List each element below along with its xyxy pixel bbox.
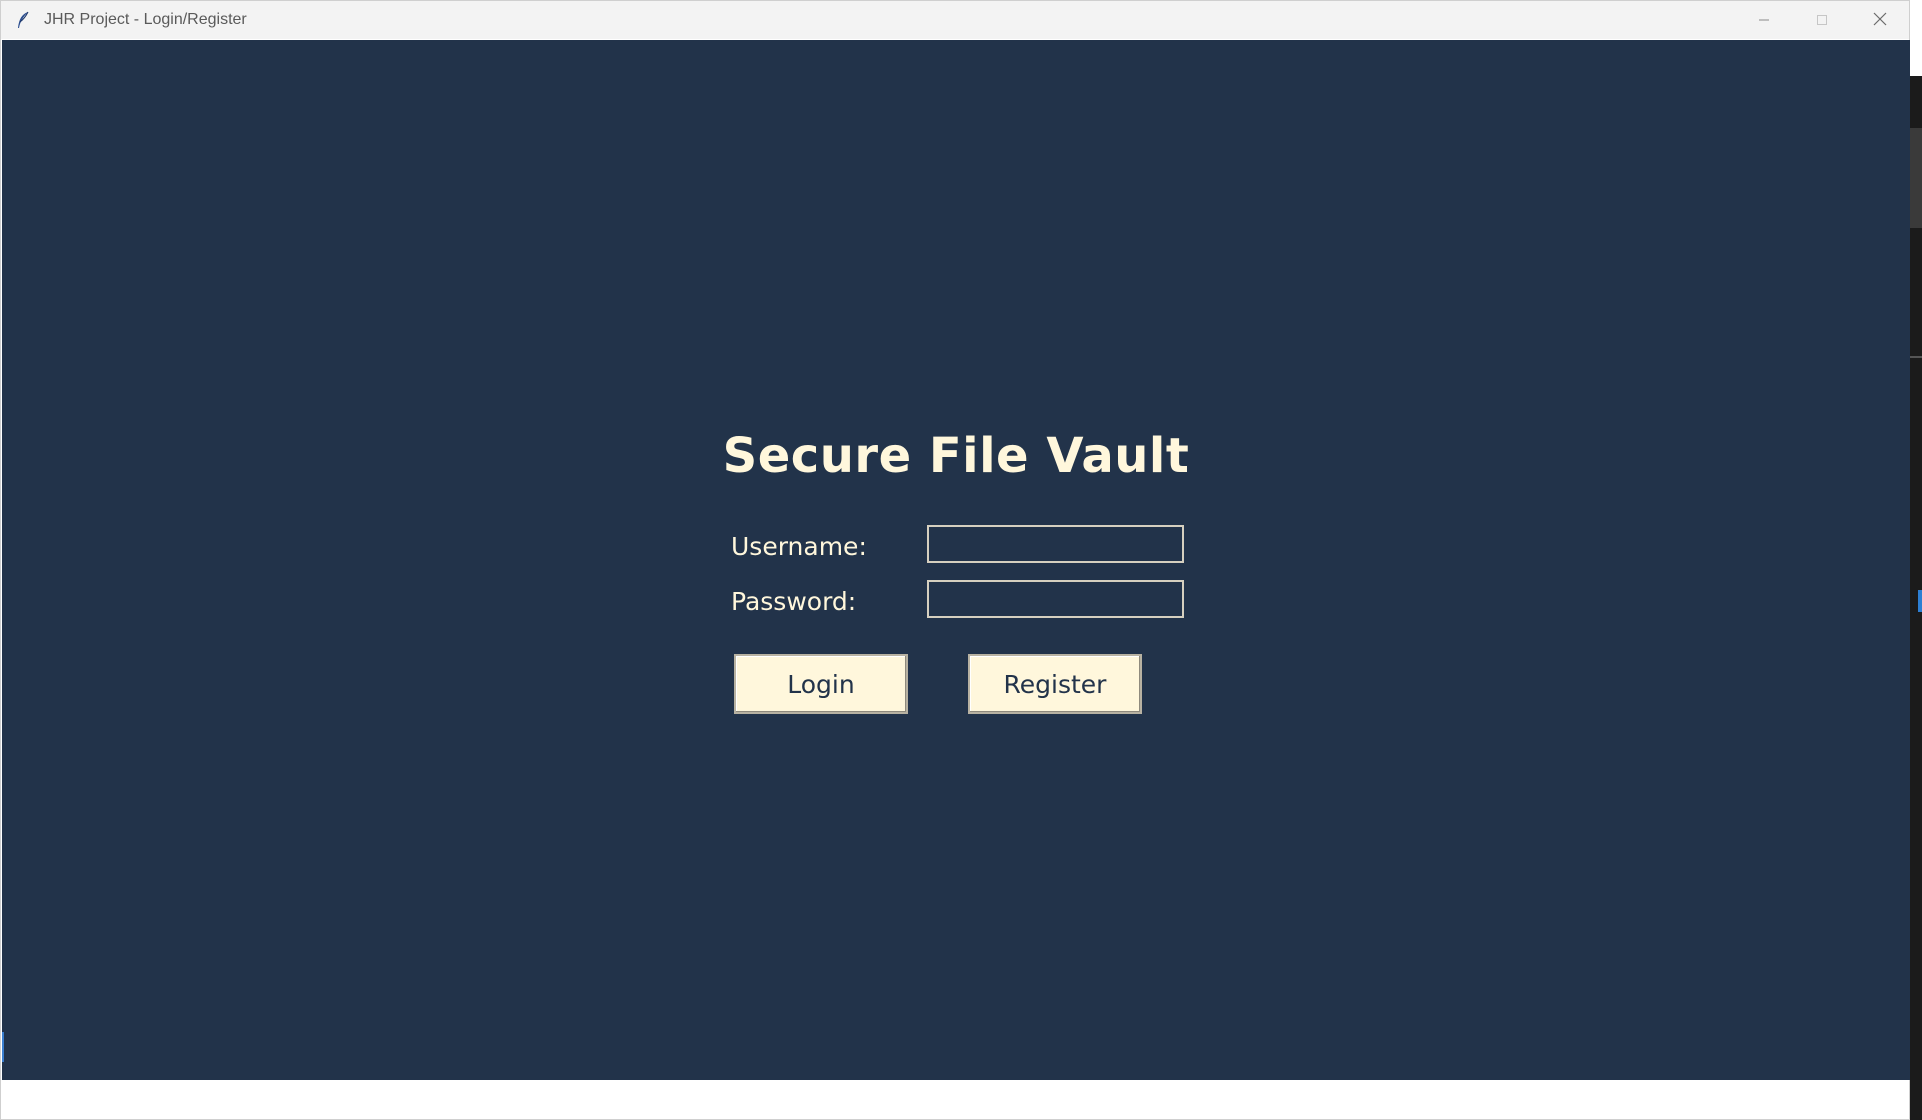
background-app-edge <box>1910 76 1922 1120</box>
maximize-icon <box>1816 11 1828 30</box>
window-controls <box>1735 1 1909 39</box>
password-field[interactable] <box>927 580 1184 618</box>
minimize-button[interactable] <box>1735 1 1793 39</box>
app-window: JHR Project - Login/Register Secure File… <box>0 0 1910 1120</box>
register-button[interactable]: Register <box>968 654 1142 714</box>
title-bar[interactable]: JHR Project - Login/Register <box>1 1 1909 39</box>
window-edge-accent <box>2 1032 4 1062</box>
client-area: Secure File Vault Username: Password: Lo… <box>2 40 1910 1080</box>
screen: JHR Project - Login/Register Secure File… <box>0 0 1922 1120</box>
minimize-icon <box>1758 11 1770 30</box>
close-button[interactable] <box>1851 1 1909 39</box>
maximize-button[interactable] <box>1793 1 1851 39</box>
close-icon <box>1873 11 1887 30</box>
background-app-panel <box>1910 128 1922 228</box>
window-title: JHR Project - Login/Register <box>44 11 247 28</box>
feather-icon <box>14 11 32 29</box>
login-button[interactable]: Login <box>734 654 908 714</box>
password-label: Password: <box>731 587 857 616</box>
username-field[interactable] <box>927 525 1184 563</box>
username-label: Username: <box>731 532 867 561</box>
background-app-divider <box>1910 356 1922 358</box>
window-bottom-strip <box>1 1081 1909 1119</box>
page-title: Secure File Vault <box>722 428 1190 484</box>
background-app-accent <box>1918 590 1922 612</box>
